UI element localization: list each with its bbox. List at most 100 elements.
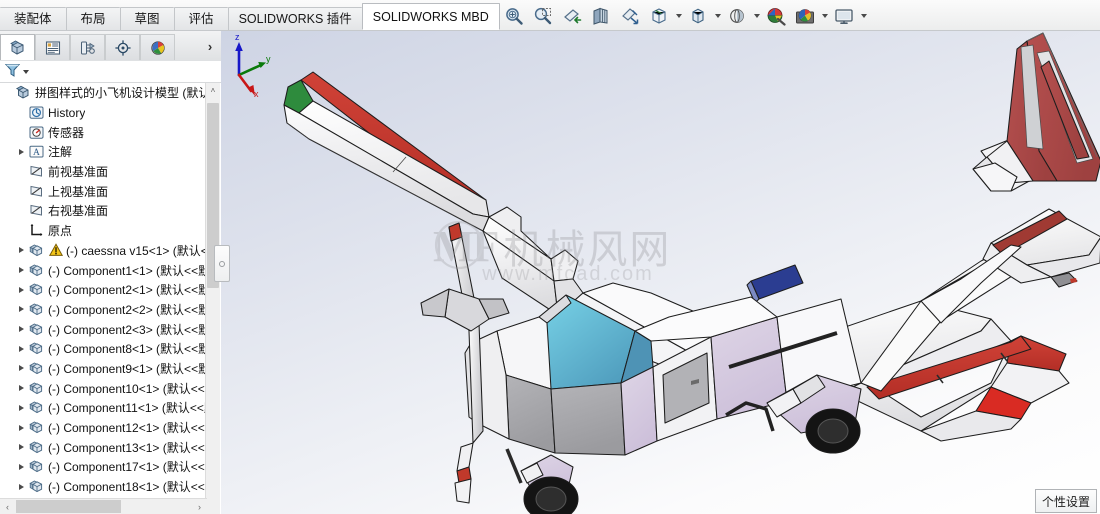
scroll-right-arrow-icon[interactable]: › (192, 499, 207, 514)
feature-tree-item[interactable]: (-) Component2<1> (默认<<默 (0, 280, 207, 300)
feature-tree-item-label: 拼图样式的小飞机设计模型 (默认<默认 (35, 86, 207, 101)
feature-tree-horizontal-scrollbar[interactable]: ‹ › (0, 498, 207, 514)
preferences-button[interactable]: 个性设置 (1034, 489, 1097, 513)
expand-chevron-right-icon[interactable] (15, 379, 28, 398)
ribbon-tab-addins[interactable]: SOLIDWORKS 插件 (227, 7, 362, 30)
section-view-icon[interactable] (587, 3, 615, 30)
feature-manager-tabstrip: › (0, 31, 221, 62)
previous-view-icon[interactable] (558, 3, 586, 30)
scroll-up-arrow-icon[interactable]: ˄ (206, 83, 220, 97)
display-manager-chevron-down-icon[interactable] (859, 4, 868, 29)
ribbon-tab-layout[interactable]: 布局 (65, 7, 120, 30)
feature-tree-item-label: (-) Component13<1> (默认<<默 (48, 440, 207, 455)
expand-chevron-right-icon[interactable] (15, 438, 28, 457)
expand-chevron-right-icon[interactable] (15, 261, 28, 280)
expand-chevron-right-icon[interactable] (15, 320, 28, 339)
apply-scene-chevron-down-icon[interactable] (752, 4, 761, 29)
ribbon-tabstrip: 装配体 布局 草图 评估 SOLIDWORKS 插件 SOLIDWORKS MB… (0, 0, 500, 30)
origin-icon (28, 222, 45, 239)
feature-tree-item-label: 原点 (48, 224, 73, 239)
ribbon-tab-mbd[interactable]: SOLIDWORKS MBD (361, 3, 500, 30)
feature-tree-item[interactable]: (-) Component18<1> (默认<<默 (0, 477, 207, 497)
feature-tree-item[interactable]: 传感器 (0, 122, 207, 142)
solidworks-window: 装配体 布局 草图 评估 SOLIDWORKS 插件 SOLIDWORKS MB… (0, 0, 1100, 514)
feature-tree-item-label: (-) Component10<1> (默认<<默 (48, 381, 207, 396)
annotations-icon: A (28, 143, 45, 160)
feature-manager-tree-tab[interactable] (0, 34, 35, 60)
panel-splitter-handle[interactable] (214, 245, 230, 282)
feature-tree-item[interactable]: (-) Component17<1> (默认<<默 (0, 457, 207, 477)
component-icon (28, 321, 45, 338)
feature-tree-item[interactable]: 上视基准面 (0, 181, 207, 201)
feature-tree-item[interactable]: 右视基准面 (0, 201, 207, 221)
expand-chevron-right-icon[interactable] (15, 359, 28, 378)
feature-tree-item-label: (-) caessna v15<1> (默认<< (66, 243, 207, 258)
apply-scene-icon[interactable] (723, 3, 751, 30)
expand-chevron-right-icon[interactable] (15, 241, 28, 260)
hide-show-items-icon[interactable] (684, 3, 712, 30)
expand-chevron-right-icon[interactable] (15, 477, 28, 496)
feature-tree-item[interactable]: (-) Component10<1> (默认<<默 (0, 378, 207, 398)
ribbon-tab-assembly[interactable]: 装配体 (0, 7, 66, 30)
feature-tree-item[interactable]: (-) Component2<3> (默认<<默 (0, 319, 207, 339)
triad-x-label: x (254, 89, 259, 97)
view-orientation-icon[interactable] (616, 3, 644, 30)
zoom-to-area-icon[interactable] (529, 3, 557, 30)
edit-appearance-icon[interactable] (762, 3, 790, 30)
display-manager-icon[interactable] (830, 3, 858, 30)
property-manager-tab[interactable] (35, 34, 70, 60)
sensor-icon (28, 124, 45, 141)
feature-tree-item[interactable]: (-) Component13<1> (默认<<默 (0, 437, 207, 457)
display-style-chevron-down-icon[interactable] (674, 4, 683, 29)
feature-manager-panel: › 拼图样式的小飞机设计模型 (默认<默认 History 传感器 A 注解前视基准面上… (0, 31, 221, 514)
feature-tree-item-label: 前视基准面 (48, 165, 109, 180)
view-settings-chevron-down-icon[interactable] (820, 4, 829, 29)
feature-tree-item[interactable]: 原点 (0, 221, 207, 241)
display-style-icon[interactable] (645, 3, 673, 30)
configuration-manager-tab[interactable] (70, 34, 105, 60)
view-settings-icon[interactable] (791, 3, 819, 30)
expand-chevron-right-icon[interactable] (15, 300, 28, 319)
feature-tree-item[interactable]: (-) Component9<1> (默认<<默 (0, 359, 207, 379)
feature-tree-item[interactable]: 前视基准面 (0, 162, 207, 182)
display-manager-tab[interactable] (140, 34, 175, 60)
filter-chevron-down-icon[interactable] (23, 69, 29, 74)
feature-tree-vertical-scrollbar[interactable]: ˄ ˅ (205, 83, 220, 514)
horizontal-scroll-thumb[interactable] (16, 500, 121, 513)
zoom-to-fit-icon[interactable] (500, 3, 528, 30)
feature-tree-item[interactable]: (-) Component1<1> (默认<<默 (0, 260, 207, 280)
feature-tree-item[interactable]: A 注解 (0, 142, 207, 162)
feature-tree-item[interactable]: (-) Component8<1> (默认<<默 (0, 339, 207, 359)
component-icon (28, 380, 45, 397)
expand-chevron-right-icon[interactable] (15, 398, 28, 417)
feature-tree-item[interactable]: (-) Component11<1> (默认<<默 (0, 398, 207, 418)
dimxpert-manager-tab[interactable] (105, 34, 140, 60)
expand-chevron-right-icon[interactable] (15, 457, 28, 476)
feature-tree-item[interactable]: (-) Component12<1> (默认<<默 (0, 418, 207, 438)
expand-panel-chevron-right-icon[interactable]: › (199, 32, 221, 60)
feature-tree-item[interactable]: (-) caessna v15<1> (默认<< (0, 241, 207, 261)
expand-chevron-right-icon[interactable] (15, 142, 28, 161)
svg-text:A: A (33, 148, 40, 158)
feature-tree-item[interactable]: (-) Component2<2> (默认<<默 (0, 300, 207, 320)
ribbon-tab-sketch[interactable]: 草图 (119, 7, 174, 30)
expand-chevron-right-icon[interactable] (15, 339, 28, 358)
graphics-area[interactable]: MF 机械风网 www.mfcad.com z y x 个性设置 (221, 31, 1100, 514)
aircraft-model[interactable] (221, 31, 1100, 514)
filter-icon[interactable] (4, 62, 21, 81)
hide-show-chevron-down-icon[interactable] (713, 4, 722, 29)
feature-tree-item[interactable]: History (0, 103, 207, 123)
plane-icon (28, 183, 45, 200)
feature-tree-item[interactable]: 拼图样式的小飞机设计模型 (默认<默认 (0, 83, 207, 103)
feature-tree-item-label: 右视基准面 (48, 204, 109, 219)
feature-tree[interactable]: 拼图样式的小飞机设计模型 (默认<默认 History 传感器 A 注解前视基准面上视基… (0, 83, 221, 514)
expand-chevron-right-icon[interactable] (15, 280, 28, 299)
scroll-left-arrow-icon[interactable]: ‹ (0, 499, 15, 514)
feature-tree-filter-bar[interactable] (0, 61, 221, 83)
expand-chevron-right-icon[interactable] (15, 418, 28, 437)
ribbon-tab-evaluate[interactable]: 评估 (173, 7, 228, 30)
